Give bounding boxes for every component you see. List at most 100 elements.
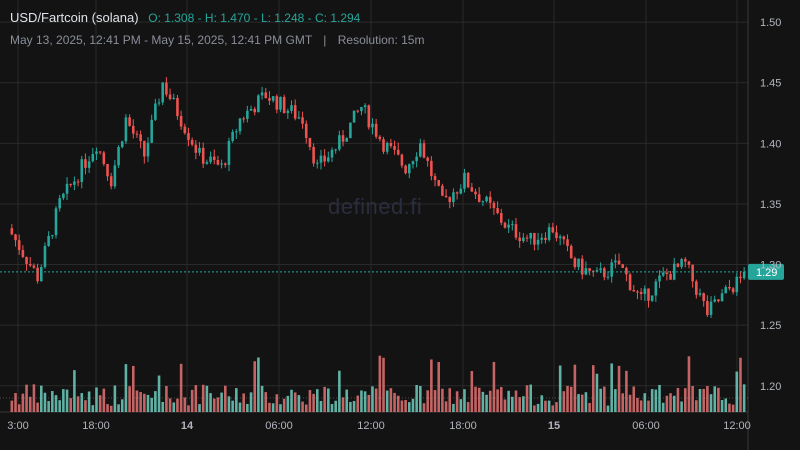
y-axis[interactable]: 1.20 1.25 1.30 1.35 1.40 1.45 1.50	[760, 17, 781, 393]
candle-body	[131, 125, 135, 134]
candle-body	[698, 293, 702, 295]
candle-body	[323, 155, 326, 162]
volume-bar	[327, 388, 330, 412]
volume-bar	[371, 386, 374, 412]
candle-body	[566, 239, 569, 246]
candle-body	[124, 117, 128, 142]
candle-body	[352, 110, 356, 123]
candle-body	[496, 208, 499, 214]
candle-body	[430, 160, 433, 177]
candle-body	[536, 239, 540, 245]
candle-body	[525, 237, 529, 239]
candle-body	[588, 268, 591, 271]
volume-bar	[459, 399, 463, 412]
candle-body	[223, 163, 227, 165]
volume-bar	[441, 388, 444, 412]
volume-bar	[131, 365, 135, 412]
candle-body	[146, 142, 150, 157]
volume-bar	[268, 402, 271, 412]
volume-bar	[216, 397, 220, 412]
volume-bar	[102, 388, 106, 412]
volume-bar	[25, 384, 28, 412]
volume-bar	[400, 400, 404, 412]
candle-body	[201, 147, 205, 164]
candle-body	[36, 267, 39, 282]
volume-bar	[223, 385, 227, 412]
candle-body	[437, 179, 441, 186]
candle-body	[157, 102, 161, 104]
volume-bar	[614, 389, 617, 412]
volume-bar	[91, 405, 95, 412]
volume-bar	[588, 402, 591, 412]
candle-body	[411, 161, 415, 165]
ohlc-values: O: 1.308 - H: 1.470 - L: 1.248 - C: 1.29…	[148, 11, 361, 25]
volume-bar	[514, 390, 518, 412]
volume-bar	[87, 391, 91, 412]
candle-body	[271, 96, 275, 101]
volume-bar	[698, 388, 702, 412]
pair-title: USD/Fartcoin (solana)	[10, 10, 139, 25]
candle-body	[676, 263, 680, 267]
candle-body	[636, 291, 639, 293]
candle-body	[683, 259, 687, 262]
x-tick-label: 18:00	[82, 420, 110, 432]
candle-body	[577, 258, 580, 268]
candle-body	[448, 197, 452, 203]
candle-body	[367, 105, 371, 128]
volume-bar	[334, 400, 337, 412]
price-chart[interactable]: 1.29 1.20 1.25 1.30 1.35 1.40 1.45 1.50 3:00 18…	[0, 0, 800, 450]
candle-body	[62, 193, 65, 199]
candle-body	[312, 147, 315, 164]
candle-body	[558, 236, 562, 239]
volume-bar	[194, 385, 198, 412]
x-tick-label: 12:00	[723, 420, 751, 432]
volume-bar	[393, 392, 396, 412]
volume-bar	[617, 365, 621, 412]
candle-body	[47, 235, 50, 246]
candle-body	[345, 138, 349, 142]
candle-body	[614, 260, 617, 263]
candle-body	[407, 164, 411, 174]
volume-bar	[499, 387, 503, 412]
candle-body	[507, 224, 510, 228]
x-tick-label: 14	[181, 420, 194, 432]
resolution-label[interactable]: Resolution: 15m	[338, 33, 425, 47]
candle-body	[709, 301, 713, 316]
candle-body	[680, 259, 683, 267]
candle-body	[625, 267, 628, 275]
candle-body	[603, 268, 606, 278]
volume-bar	[569, 386, 573, 412]
y-tick-label: 1.45	[760, 78, 781, 90]
volume-bar	[687, 356, 691, 412]
candle-body	[290, 105, 293, 111]
candle-body	[194, 144, 198, 153]
volume-bar	[154, 391, 157, 412]
candle-body	[257, 95, 260, 113]
volume-bar	[404, 399, 407, 412]
volume-bar	[84, 400, 87, 412]
volume-bar	[661, 402, 665, 412]
volume-bar	[444, 401, 448, 412]
volume-bar	[345, 389, 349, 412]
volume-bar	[595, 373, 599, 412]
candle-body	[39, 267, 43, 282]
candle-body	[695, 281, 698, 295]
candle-body	[400, 154, 404, 166]
candle-body	[235, 131, 238, 133]
volume-bar	[58, 400, 61, 412]
volume-bar	[183, 397, 187, 412]
candle-body	[658, 275, 661, 282]
volume-bar	[161, 401, 165, 412]
chart-subheader: May 13, 2025, 12:41 PM - May 15, 2025, 1…	[10, 33, 424, 47]
y-tick-label: 1.40	[760, 138, 781, 150]
candle-body	[356, 110, 360, 112]
candle-body	[176, 97, 179, 117]
candle-body	[21, 250, 25, 257]
x-axis[interactable]: 3:00 18:00 14 06:00 12:00 18:00 15 06:00 12:00	[7, 420, 750, 432]
volume-bar	[536, 403, 540, 412]
candle-body	[14, 234, 17, 241]
volume-bar	[290, 389, 293, 412]
candle-body	[54, 208, 58, 236]
volume-bar	[76, 396, 80, 412]
candle-body	[488, 196, 492, 203]
